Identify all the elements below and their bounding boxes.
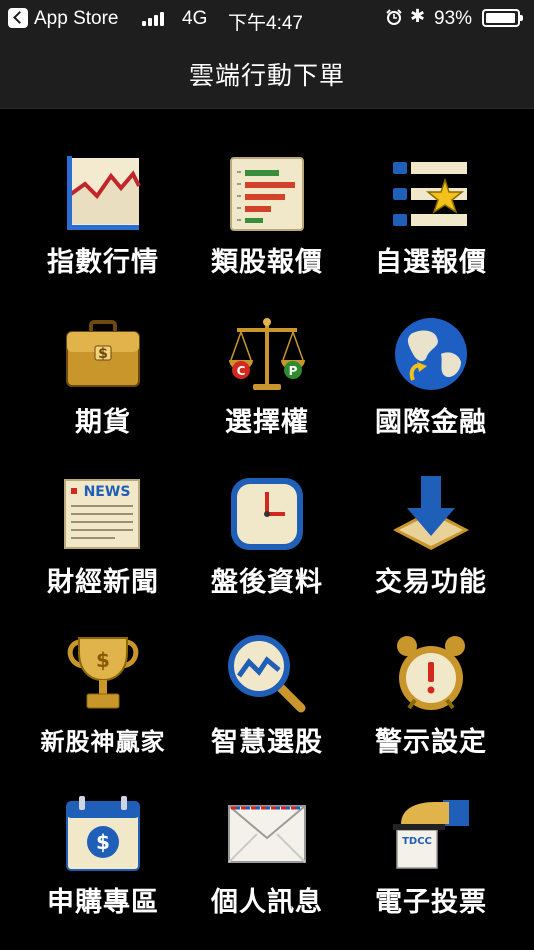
svg-text:TDCC: TDCC <box>402 836 432 847</box>
menu-item-smart-stock-picking[interactable]: 智慧選股 <box>178 588 356 758</box>
menu-item-trading-functions[interactable]: 交易功能 <box>342 428 520 598</box>
clock-icon <box>231 478 303 550</box>
battery-percent: 93% <box>434 8 473 29</box>
calendar-dollar-icon: $ <box>66 796 140 871</box>
alarm-clock-icon <box>397 636 465 710</box>
menu-item-financial-news[interactable]: NEWS 財經新聞 <box>14 428 192 598</box>
briefcase-dollar-icon: $ <box>66 320 140 387</box>
menu-item-sector-quotes[interactable]: 類股報價 <box>178 108 356 278</box>
svg-text:NEWS: NEWS <box>84 484 131 500</box>
svg-text:$: $ <box>98 346 108 362</box>
page-title: 雲端行動下單 <box>188 61 345 90</box>
network-type: 4G <box>182 8 208 29</box>
menu-label: 申購專區 <box>47 887 159 918</box>
svg-text:C: C <box>237 364 246 378</box>
menu-item-after-hours-data[interactable]: 盤後資料 <box>178 428 356 598</box>
trophy-dollar-icon: $ <box>67 637 139 709</box>
scale-cp-icon: C P <box>229 318 305 390</box>
envelope-icon <box>228 805 306 863</box>
menu-item-new-stock-winner[interactable]: $ 新股神贏家 <box>14 588 192 756</box>
down-arrow-tray-icon <box>393 476 469 550</box>
menu-item-index-quotes[interactable]: 指數行情 <box>14 108 192 278</box>
svg-text:P: P <box>289 364 298 378</box>
news-icon: NEWS <box>64 479 140 549</box>
back-to-app-link[interactable]: App Store <box>34 8 119 30</box>
menu-label: 電子投票 <box>375 887 487 918</box>
signal-bars-icon <box>142 10 170 26</box>
back-chevron-icon[interactable] <box>8 8 28 28</box>
menu-label: 個人訊息 <box>211 887 323 918</box>
menu-item-options[interactable]: C P 選擇權 <box>178 268 356 438</box>
sector-bars-icon <box>230 157 304 231</box>
index-chart-icon <box>67 156 141 230</box>
bluetooth-icon: ✱ <box>410 6 426 26</box>
battery-icon <box>482 9 523 27</box>
menu-item-watchlist-quotes[interactable]: 自選報價 <box>342 108 520 278</box>
watchlist-star-icon <box>393 162 467 226</box>
menu-item-international-finance[interactable]: 國際金融 <box>342 268 520 438</box>
nav-bar: 雲端行動下單 <box>0 38 534 109</box>
menu-item-futures[interactable]: $ 期貨 <box>14 268 192 438</box>
tdcc-vote-icon: TDCC <box>393 800 469 869</box>
svg-text:$: $ <box>96 648 110 672</box>
status-time: 下午4:47 <box>228 13 303 34</box>
globe-icon <box>395 318 467 390</box>
magnifier-chart-icon <box>228 635 306 713</box>
status-bar: App Store 4G 下午4:47 ✱ 93% <box>0 0 534 38</box>
menu-item-personal-messages[interactable]: 個人訊息 <box>178 748 356 918</box>
alarm-icon <box>386 9 402 25</box>
svg-text:$: $ <box>96 830 110 854</box>
menu-item-subscription-zone[interactable]: $ 申購專區 <box>14 748 192 918</box>
menu-item-e-voting[interactable]: TDCC 電子投票 <box>342 748 520 918</box>
menu-item-alert-settings[interactable]: 警示設定 <box>342 588 520 758</box>
